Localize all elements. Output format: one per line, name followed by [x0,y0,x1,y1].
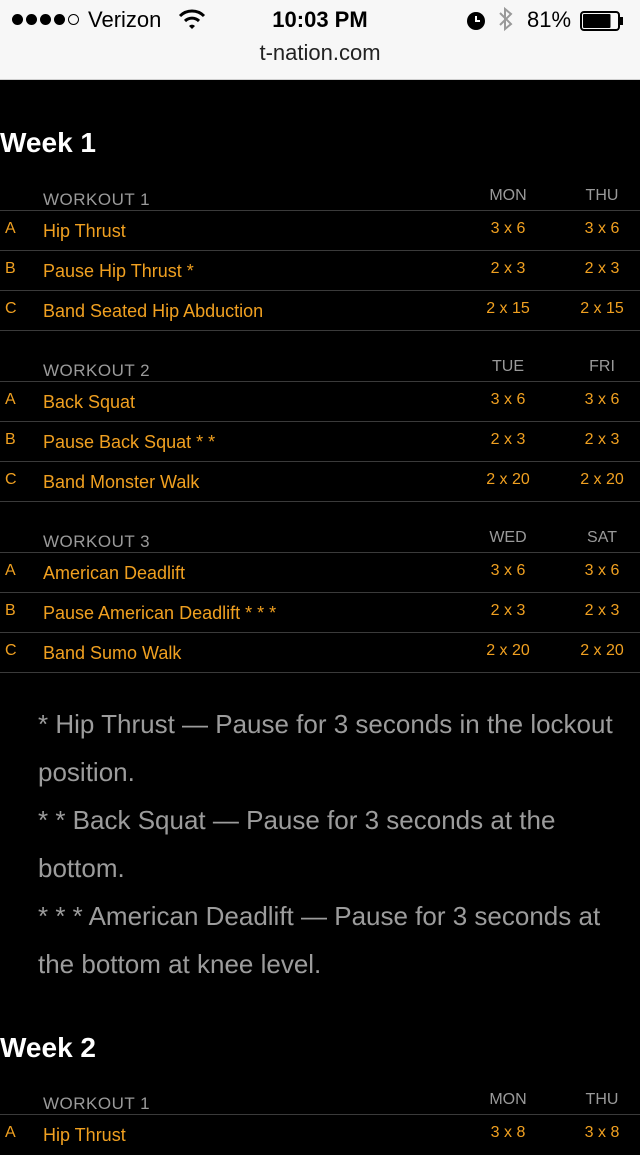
sets-reps: 2 x 20 [580,642,624,659]
sets-reps: 2 x 15 [580,300,624,317]
battery-percent: 81% [527,7,572,32]
exercise-letter: C [5,471,17,488]
alarm-icon [467,12,485,30]
exercise-link[interactable]: Hip Thrust [43,221,126,242]
exercise-letter: A [5,220,16,237]
exercise-row: A American Deadlift 3 x 6 3 x 6 [0,553,640,593]
exercise-row: A Hip Thrust 3 x 8 3 x 8 [0,1115,640,1155]
sets-reps: 3 x 8 [584,1124,620,1141]
sets-reps: 2 x 15 [486,300,530,317]
sets-reps: 2 x 3 [584,260,620,277]
day-header: THU [585,187,619,204]
row-divider [0,330,640,331]
exercise-letter: B [5,602,16,619]
sets-reps: 3 x 6 [584,391,620,408]
sets-reps: 2 x 20 [486,642,530,659]
day-header: THU [585,1091,619,1108]
exercise-letter: B [5,260,16,277]
exercise-row: B Pause American Deadlift * * * 2 x 3 2 … [0,593,640,633]
exercise-row: A Hip Thrust 3 x 6 3 x 6 [0,211,640,251]
exercise-letter: B [5,431,16,448]
sets-reps: 3 x 6 [490,391,526,408]
sets-reps: 2 x 3 [490,602,526,619]
exercise-row: C Band Sumo Walk 2 x 20 2 x 20 [0,633,640,673]
week-1-title: Week 1 [0,127,96,158]
sets-reps: 2 x 3 [490,260,526,277]
sets-reps: 2 x 20 [580,471,624,488]
day-header: MON [489,1091,527,1108]
exercise-link[interactable]: Band Seated Hip Abduction [43,301,263,322]
workout-name: WORKOUT 1 [43,1094,151,1113]
exercise-row: C Band Monster Walk 2 x 20 2 x 20 [0,462,640,502]
sets-reps: 3 x 6 [584,562,620,579]
day-header: MON [489,187,527,204]
sets-reps: 2 x 3 [490,431,526,448]
footnote: * * * American Deadlift — Pause for 3 se… [38,901,601,979]
footnotes: * Hip Thrust — Pause for 3 seconds in th… [38,700,633,988]
footnote: * Hip Thrust — Pause for 3 seconds in th… [38,709,613,787]
status-bar: Verizon 10:03 PM 81% [0,0,640,40]
exercise-link[interactable]: Pause Back Squat * * [43,432,215,453]
exercise-letter: C [5,300,17,317]
day-header: WED [489,529,527,546]
battery-icon [580,11,623,31]
exercise-row: C Band Seated Hip Abduction 2 x 15 2 x 1… [0,291,640,331]
exercise-link[interactable]: Pause American Deadlift * * * [43,603,276,624]
sets-reps: 3 x 6 [584,220,620,237]
exercise-row: A Back Squat 3 x 6 3 x 6 [0,382,640,422]
day-header: TUE [492,358,524,375]
exercise-row: B Pause Back Squat * * 2 x 3 2 x 3 [0,422,640,462]
day-header: FRI [589,358,615,375]
bluetooth-icon [499,6,513,32]
row-divider [0,501,640,502]
row-divider [0,672,640,673]
workout-name: WORKOUT 2 [43,361,151,380]
exercise-link[interactable]: American Deadlift [43,563,185,584]
exercise-link[interactable]: Band Monster Walk [43,472,199,493]
sets-reps: 2 x 3 [584,431,620,448]
browser-top-bar: Verizon 10:03 PM 81% t-nation.com [0,0,640,80]
url-address[interactable]: t-nation.com [0,40,640,66]
sets-reps: 2 x 20 [486,471,530,488]
day-header: SAT [587,529,617,546]
exercise-letter: A [5,562,16,579]
sets-reps: 2 x 3 [584,602,620,619]
workout-name: WORKOUT 3 [43,532,151,551]
sets-reps: 3 x 6 [490,220,526,237]
week-2-title: Week 2 [0,1032,96,1063]
exercise-letter: A [5,391,16,408]
sets-reps: 3 x 6 [490,562,526,579]
exercise-link[interactable]: Pause Hip Thrust * [43,261,194,282]
exercise-letter: C [5,642,17,659]
exercise-row: B Pause Hip Thrust * 2 x 3 2 x 3 [0,251,640,291]
workout-name: WORKOUT 1 [43,190,151,209]
exercise-link[interactable]: Back Squat [43,392,135,413]
exercise-letter: A [5,1124,16,1141]
exercise-link[interactable]: Band Sumo Walk [43,643,181,664]
footnote: * * Back Squat — Pause for 3 seconds at … [38,805,556,883]
sets-reps: 3 x 8 [490,1124,526,1141]
